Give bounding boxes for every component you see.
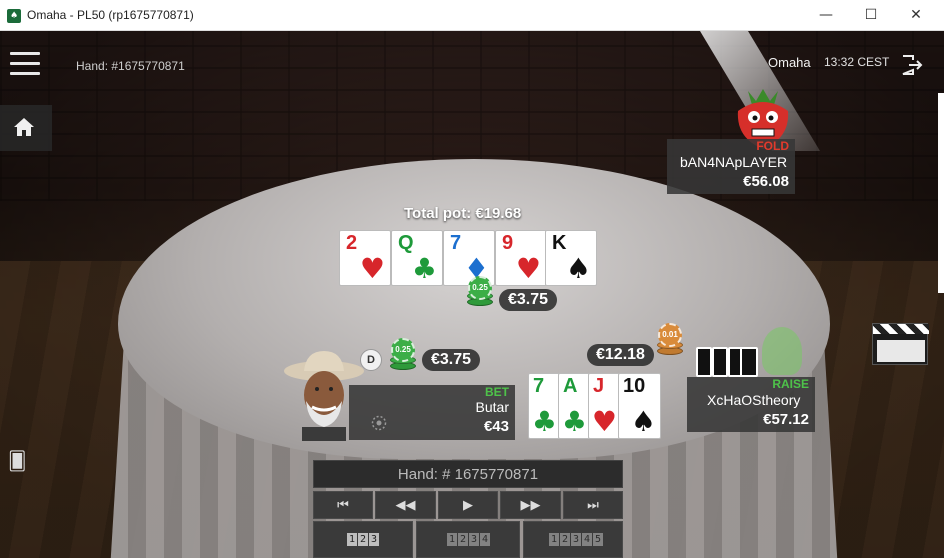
view-3-seats-button[interactable]: 123 [313,521,413,558]
board-card: K ♠ [545,230,597,286]
right-chip-stack: 0.01 [657,321,683,355]
seat-number: 1 [347,533,357,546]
next-action-button[interactable]: ▶▶ [500,491,561,519]
player-name: XcHaOStheory [707,392,801,408]
replayer-hand-title: Hand: # 1675770871 [313,460,623,488]
clock: 13:32 CEST [824,55,890,69]
seat-number: 1 [447,533,457,546]
home-button[interactable] [0,105,52,151]
clapperboard-decoration [872,323,929,365]
card-suit: ♣ [561,405,587,438]
hole-card: 10 ♠ [618,373,661,439]
chip-icon [371,415,387,431]
board-card: 9 ♥ [495,230,547,286]
exit-icon[interactable] [900,53,924,77]
card-rank: A [563,375,578,397]
board-card: Q ♣ [391,230,443,286]
card-suit: ♠ [630,405,656,438]
right-player-bet: €12.18 [587,344,654,366]
game-name: Omaha [768,55,811,70]
side-panel-edge [938,93,944,293]
player-stack: €57.12 [763,411,809,428]
seat-number: 2 [458,533,468,546]
card-rank: 7 [533,375,545,397]
seat-number: 4 [480,533,490,546]
player-stack: €43 [483,418,509,435]
total-pot: Total pot: €19.68 [404,205,522,222]
card-rank: 2 [346,232,358,254]
player-action: BET [485,385,509,399]
hole-card: J ♥ [588,373,620,439]
card-suit: ♣ [411,252,437,285]
player-action: FOLD [756,139,789,153]
card-rank: 10 [623,375,646,397]
card-rank: J [593,375,605,397]
seat-number: 1 [549,533,559,546]
hero-chip-stack: 0.25 [390,336,416,370]
seat-number: 2 [560,533,570,546]
seat-number: 4 [582,533,592,546]
previous-action-button[interactable]: ◀◀ [375,491,436,519]
card-rank: 7 [450,232,462,254]
seat-top-right[interactable]: FOLD bAN4NApLAYER €56.08 [667,139,795,194]
player-stack: €56.08 [743,173,789,190]
player-name: bAN4NApLAYER [680,154,788,170]
view-5-seats-button[interactable]: 12345 [523,521,623,558]
board-card: 2 ♥ [339,230,391,286]
seat-hero[interactable]: BET Butar €43 [349,385,515,440]
seat-number: 3 [469,533,479,546]
minimize-button[interactable]: — [803,0,849,31]
hero-bet-amount: €3.75 [422,349,481,371]
seat-number: 2 [358,533,368,546]
chip-value: 0.25 [468,276,492,300]
replayer-controls: ⏮ ◀◀ ▶ ▶▶ ⏭ [313,491,623,519]
card-suit: ♣ [531,405,557,438]
seat-right[interactable]: RAISE XcHaOStheory €57.12 [687,377,815,432]
card-rank: 9 [502,232,514,254]
menu-icon[interactable] [10,52,40,76]
replayer-seat-buttons: 123 1234 12345 [313,521,623,558]
card-suit: ♥ [591,405,617,438]
card-suit: ♥ [515,252,541,285]
card-suit: ♠ [565,252,591,285]
home-icon [14,118,34,136]
player-name: Butar [475,399,509,415]
hand-number: Hand: #1675770871 [76,59,185,73]
seat-number: 3 [369,533,379,546]
cards-icon[interactable]: 🂠 [8,451,26,472]
app-icon: ♠ [7,9,21,23]
hole-card: A ♣ [558,373,590,439]
seat-number: 3 [571,533,581,546]
chip-value: 0.25 [391,338,415,362]
chip-value: 0.01 [658,323,682,347]
hole-card: 7 ♣ [528,373,560,439]
view-4-seats-button[interactable]: 1234 [416,521,520,558]
maximize-button[interactable]: ☐ [848,0,894,31]
player-action: RAISE [772,377,809,391]
ghost-avatar [762,327,802,375]
first-street-button[interactable]: ⏮ [313,491,373,519]
window-titlebar: ♠ Omaha - PL50 (rp1675770871) — ☐ ✕ [0,0,944,31]
last-street-button[interactable]: ⏭ [563,491,623,519]
pot-amount: €3.75 [499,289,558,311]
pot-chip-stack: 0.25 [467,276,493,306]
play-button[interactable]: ▶ [438,491,498,519]
card-suit: ♥ [359,252,385,285]
poker-table-scene: Hand: #1675770871 Omaha 13:32 CEST Total… [0,31,944,558]
window-title: Omaha - PL50 (rp1675770871) [27,8,194,22]
card-rank: K [552,232,567,254]
close-button[interactable]: ✕ [893,0,939,31]
seat-number: 5 [593,533,603,546]
